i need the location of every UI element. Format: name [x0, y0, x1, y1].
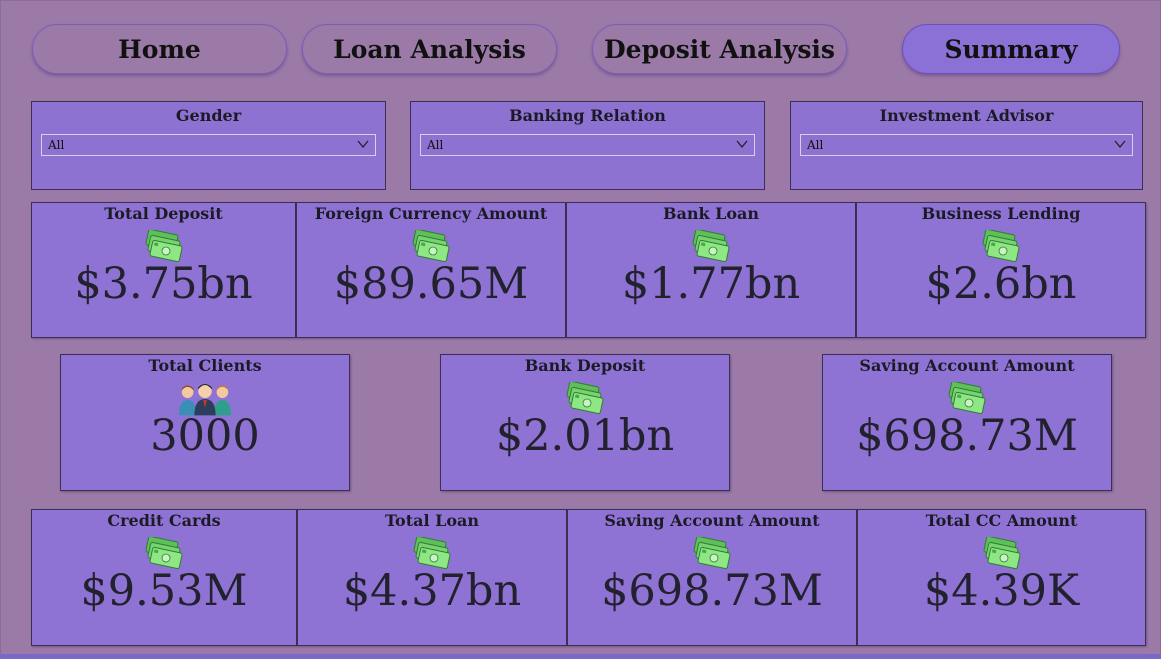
gender-dropdown-value: All: [48, 138, 65, 152]
gender-dropdown[interactable]: All: [41, 134, 376, 156]
foreign-currency-amount-value: $89.65M: [333, 259, 529, 309]
saving-account-amount-card: Saving Account Amount $698.73M: [822, 354, 1112, 491]
bank-deposit-value: $2.01bn: [495, 411, 675, 461]
gender-filter: Gender All: [31, 101, 386, 190]
credit-cards-title: Credit Cards: [107, 511, 221, 530]
money-icon: [946, 382, 988, 414]
chevron-down-icon: [1114, 140, 1126, 149]
saving-account-amount-value: $698.73M: [856, 411, 1078, 461]
banking-relation-filter: Banking Relation All: [410, 101, 765, 190]
investment-advisor-dropdown-value: All: [807, 138, 824, 152]
money-icon: [410, 230, 452, 262]
money-icon: [691, 537, 733, 569]
foreign-currency-amount-title: Foreign Currency Amount: [314, 204, 548, 223]
business-lending-card: Business Lending $2.6bn: [856, 202, 1146, 338]
money-icon: [143, 537, 185, 569]
banking-relation-dropdown-value: All: [427, 138, 444, 152]
bank-loan-card: Bank Loan $1.77bn: [566, 202, 856, 338]
nav-home-button[interactable]: Home: [32, 24, 287, 74]
money-icon: [981, 537, 1023, 569]
total-deposit-title: Total Deposit: [104, 204, 223, 223]
nav-deposit-analysis-button[interactable]: Deposit Analysis: [592, 24, 847, 74]
investment-advisor-filter-label: Investment Advisor: [879, 106, 1054, 125]
saving-account-amount-title: Saving Account Amount: [859, 356, 1075, 375]
saving-account-amount-value-2: $698.73M: [601, 566, 823, 616]
bank-loan-title: Bank Loan: [662, 204, 760, 223]
banking-relation-filter-label: Banking Relation: [509, 106, 666, 125]
total-deposit-card: Total Deposit $3.75bn: [31, 202, 296, 338]
money-icon: [980, 230, 1022, 262]
chevron-down-icon: [357, 140, 369, 149]
total-loan-title: Total Loan: [384, 511, 480, 530]
investment-advisor-dropdown[interactable]: All: [800, 134, 1133, 156]
total-clients-value: 3000: [150, 411, 260, 461]
credit-cards-card: Credit Cards $9.53M: [31, 509, 297, 646]
total-clients-card: Total Clients 3000: [60, 354, 350, 491]
total-loan-card: Total Loan $4.37bn: [297, 509, 567, 646]
total-cc-amount-value: $4.39K: [923, 566, 1080, 616]
bank-loan-value: $1.77bn: [621, 259, 801, 309]
total-cc-amount-card: Total CC Amount $4.39K: [857, 509, 1146, 646]
total-cc-amount-title: Total CC Amount: [925, 511, 1078, 530]
nav-loan-analysis-button[interactable]: Loan Analysis: [302, 24, 557, 74]
nav-summary-button[interactable]: Summary: [902, 24, 1120, 74]
business-lending-value: $2.6bn: [925, 259, 1077, 309]
banking-relation-dropdown[interactable]: All: [420, 134, 755, 156]
bank-deposit-title: Bank Deposit: [524, 356, 646, 375]
saving-account-amount-card-2: Saving Account Amount $698.73M: [567, 509, 857, 646]
total-loan-value: $4.37bn: [342, 566, 522, 616]
money-icon: [564, 382, 606, 414]
money-icon: [143, 230, 185, 262]
total-clients-title: Total Clients: [148, 356, 262, 375]
foreign-currency-amount-card: Foreign Currency Amount $89.65M: [296, 202, 566, 338]
bank-deposit-card: Bank Deposit $2.01bn: [440, 354, 730, 491]
money-icon: [411, 537, 453, 569]
investment-advisor-filter: Investment Advisor All: [790, 101, 1143, 190]
business-lending-title: Business Lending: [921, 204, 1081, 223]
credit-cards-value: $9.53M: [80, 566, 248, 616]
total-deposit-value: $3.75bn: [74, 259, 253, 309]
chevron-down-icon: [736, 140, 748, 149]
money-icon: [690, 230, 732, 262]
bottom-strip: [0, 654, 1161, 659]
gender-filter-label: Gender: [175, 106, 242, 125]
saving-account-amount-title-2: Saving Account Amount: [604, 511, 820, 530]
